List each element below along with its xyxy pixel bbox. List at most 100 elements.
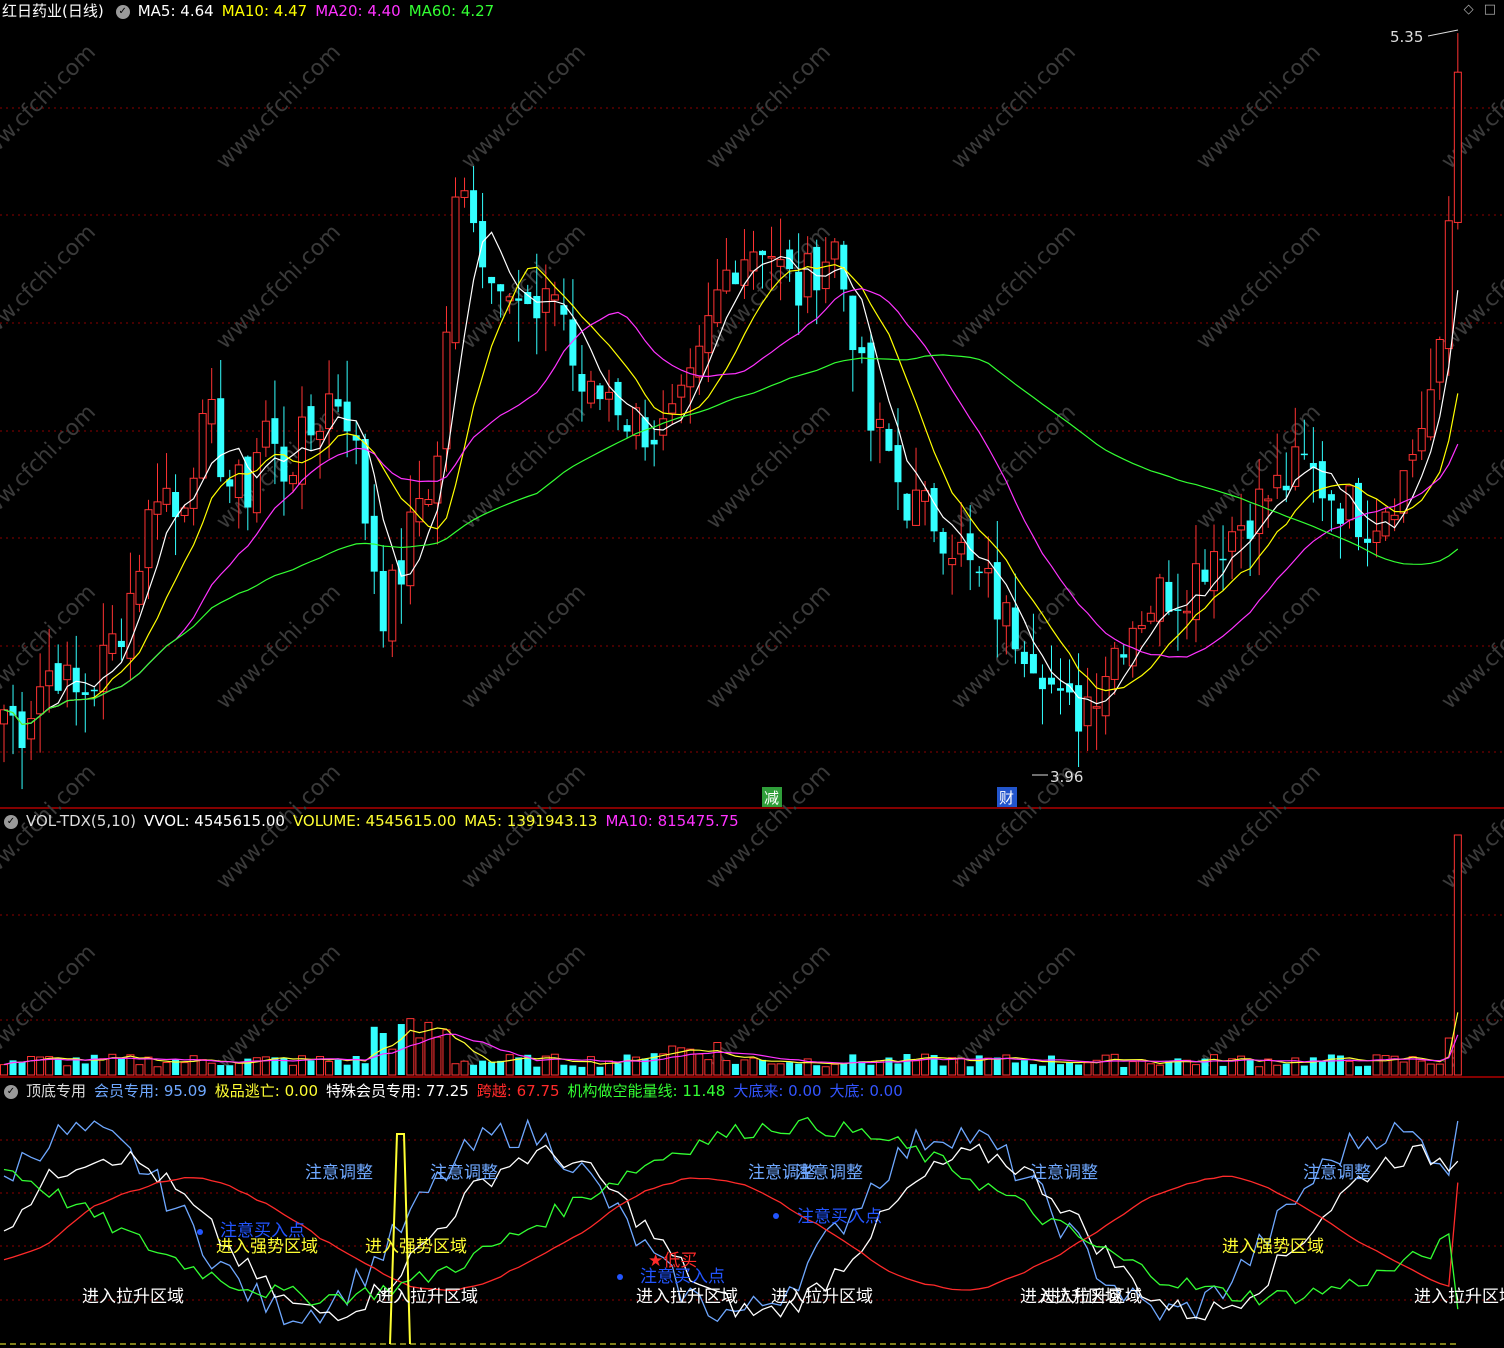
volume-bar-up	[1146, 1063, 1155, 1076]
volume-bar-down	[533, 1066, 541, 1075]
candle-body-down	[533, 295, 541, 319]
candle-body-up	[776, 259, 785, 267]
volume-bar-up	[1083, 1062, 1092, 1076]
candle-body-down	[939, 531, 947, 554]
volume-bar-down	[578, 1066, 586, 1075]
volume-bar-up	[433, 1036, 442, 1076]
candle-body-up	[659, 418, 668, 436]
volume-bar-up	[325, 1061, 334, 1076]
volume-bar-up	[1210, 1054, 1219, 1076]
candle-body-up	[1237, 525, 1246, 531]
candle-body-down	[1011, 607, 1019, 650]
candle-body-down	[975, 571, 983, 574]
volume-bar-down	[1066, 1062, 1074, 1075]
watermark-text: www.cfchi.com	[1192, 40, 1326, 174]
volume-bar-up	[1128, 1061, 1137, 1076]
candle-body-up	[912, 489, 921, 526]
candle-body-up	[695, 345, 704, 378]
candle-body-up	[586, 380, 595, 404]
price-high-arrow	[1427, 29, 1459, 37]
candle-body-up	[875, 418, 884, 428]
main-settings-toggle-icon[interactable]: ✓	[115, 4, 130, 19]
volume-bar-down	[1075, 1064, 1083, 1075]
candle-body-up	[803, 253, 812, 298]
candle-body-down	[54, 663, 62, 691]
candle-body-up	[297, 416, 306, 485]
watermark-text: www.cfchi.com	[1192, 220, 1326, 354]
candle-body-up	[550, 294, 559, 301]
volume-bar-down	[560, 1064, 568, 1075]
watermark-text: www.cfchi.com	[947, 940, 1081, 1074]
candle-body-up	[1182, 610, 1191, 614]
main-legend-item: MA10: 4.47	[221, 2, 308, 20]
indicator-label-attention: 注意调整	[1303, 1163, 1371, 1183]
volume-bar-up	[659, 1053, 668, 1076]
candle-body-down	[280, 446, 288, 482]
indicator-label-attention: 注意调整	[795, 1163, 863, 1183]
volume-bar-up	[252, 1057, 261, 1076]
indicator-legend-item: 会员专用: 95.09	[94, 1082, 207, 1100]
volume-bar-up	[1435, 1063, 1444, 1076]
indicator-label-rise: 进入拉升区域	[771, 1287, 873, 1307]
indicator-settings-toggle-icon[interactable]: ✓	[4, 1084, 18, 1099]
volume-bar-down	[479, 1060, 487, 1075]
candle-body-up	[1390, 514, 1399, 521]
candle-body-up	[153, 501, 162, 515]
volume-bar-down	[1355, 1066, 1362, 1075]
candle-body-up	[1146, 612, 1155, 622]
volume-bar-down	[352, 1055, 360, 1075]
candle-body-up	[1210, 551, 1219, 592]
volume-bar-up	[1426, 1063, 1435, 1076]
candle-body-down	[244, 456, 252, 508]
candle-body-down	[1364, 538, 1372, 543]
candle-body-up	[605, 391, 614, 400]
volume-bar-down	[488, 1061, 496, 1075]
indicator-label-buy-point: 注意买入点	[220, 1221, 305, 1241]
candle-body-down	[1300, 453, 1308, 456]
candle-body-down	[903, 493, 911, 521]
volume-bar-up	[234, 1062, 243, 1076]
volume-bar-up	[63, 1065, 72, 1076]
candle-body-down	[759, 250, 767, 256]
indicator-signal-labels: 注意调整 注意调整 注意调整注意调整 注意调整 注意调整进入强势区域 进入强势区域 进入强势…	[82, 1163, 1504, 1307]
candle-body-up	[749, 251, 758, 272]
stock-chart[interactable]: www.cfchi.com www.cfchi.com www.cfchi.com w…	[0, 0, 1504, 1348]
candle-body-down	[90, 689, 98, 692]
volume-bar-up	[1264, 1058, 1273, 1076]
volume-bar-up	[27, 1055, 36, 1076]
volume-bar-down	[1020, 1060, 1028, 1075]
candle-body-up	[1273, 474, 1282, 489]
candle-body-down	[966, 533, 974, 561]
watermark-text: www.cfchi.com	[0, 940, 101, 1074]
candle-body-down	[488, 276, 496, 284]
candle-body-down	[271, 418, 279, 444]
indicator-legend-item: 跨越: 67.75	[476, 1082, 560, 1100]
volume-settings-toggle-icon[interactable]: ✓	[4, 814, 18, 829]
volume-bar-down	[217, 1065, 225, 1075]
indicator-label-rise: 进入拉升区域	[82, 1287, 184, 1307]
candle-body-down	[795, 271, 803, 306]
volume-bar-up	[288, 1064, 297, 1076]
volume-bar-down	[894, 1063, 902, 1075]
volume-bar-up	[1191, 1064, 1200, 1076]
volume-bar-up	[451, 1063, 460, 1076]
candle-body-up	[99, 644, 108, 692]
volume-bar-down	[1011, 1062, 1019, 1075]
volume-bar-down	[569, 1065, 577, 1075]
volume-bar-up	[198, 1059, 207, 1076]
candle-body-up	[830, 241, 839, 260]
volume-bar-down	[1309, 1057, 1317, 1075]
candle-body-down	[569, 319, 577, 366]
volume-bar-down	[939, 1065, 947, 1075]
volume-bar-down	[1029, 1064, 1037, 1075]
candle-body-up	[234, 464, 243, 499]
candle-body-down	[343, 401, 351, 432]
candle-body-up	[424, 499, 433, 505]
indicator-label-attention: 注意调整	[430, 1163, 498, 1183]
maximize-icon[interactable]: □	[1484, 2, 1496, 17]
volume-bar-down	[307, 1060, 315, 1075]
volume-bar-up	[1453, 834, 1462, 1076]
restore-icon[interactable]: ◇	[1464, 2, 1474, 17]
candle-body-down	[470, 190, 478, 224]
candle-body-up	[1255, 488, 1264, 535]
